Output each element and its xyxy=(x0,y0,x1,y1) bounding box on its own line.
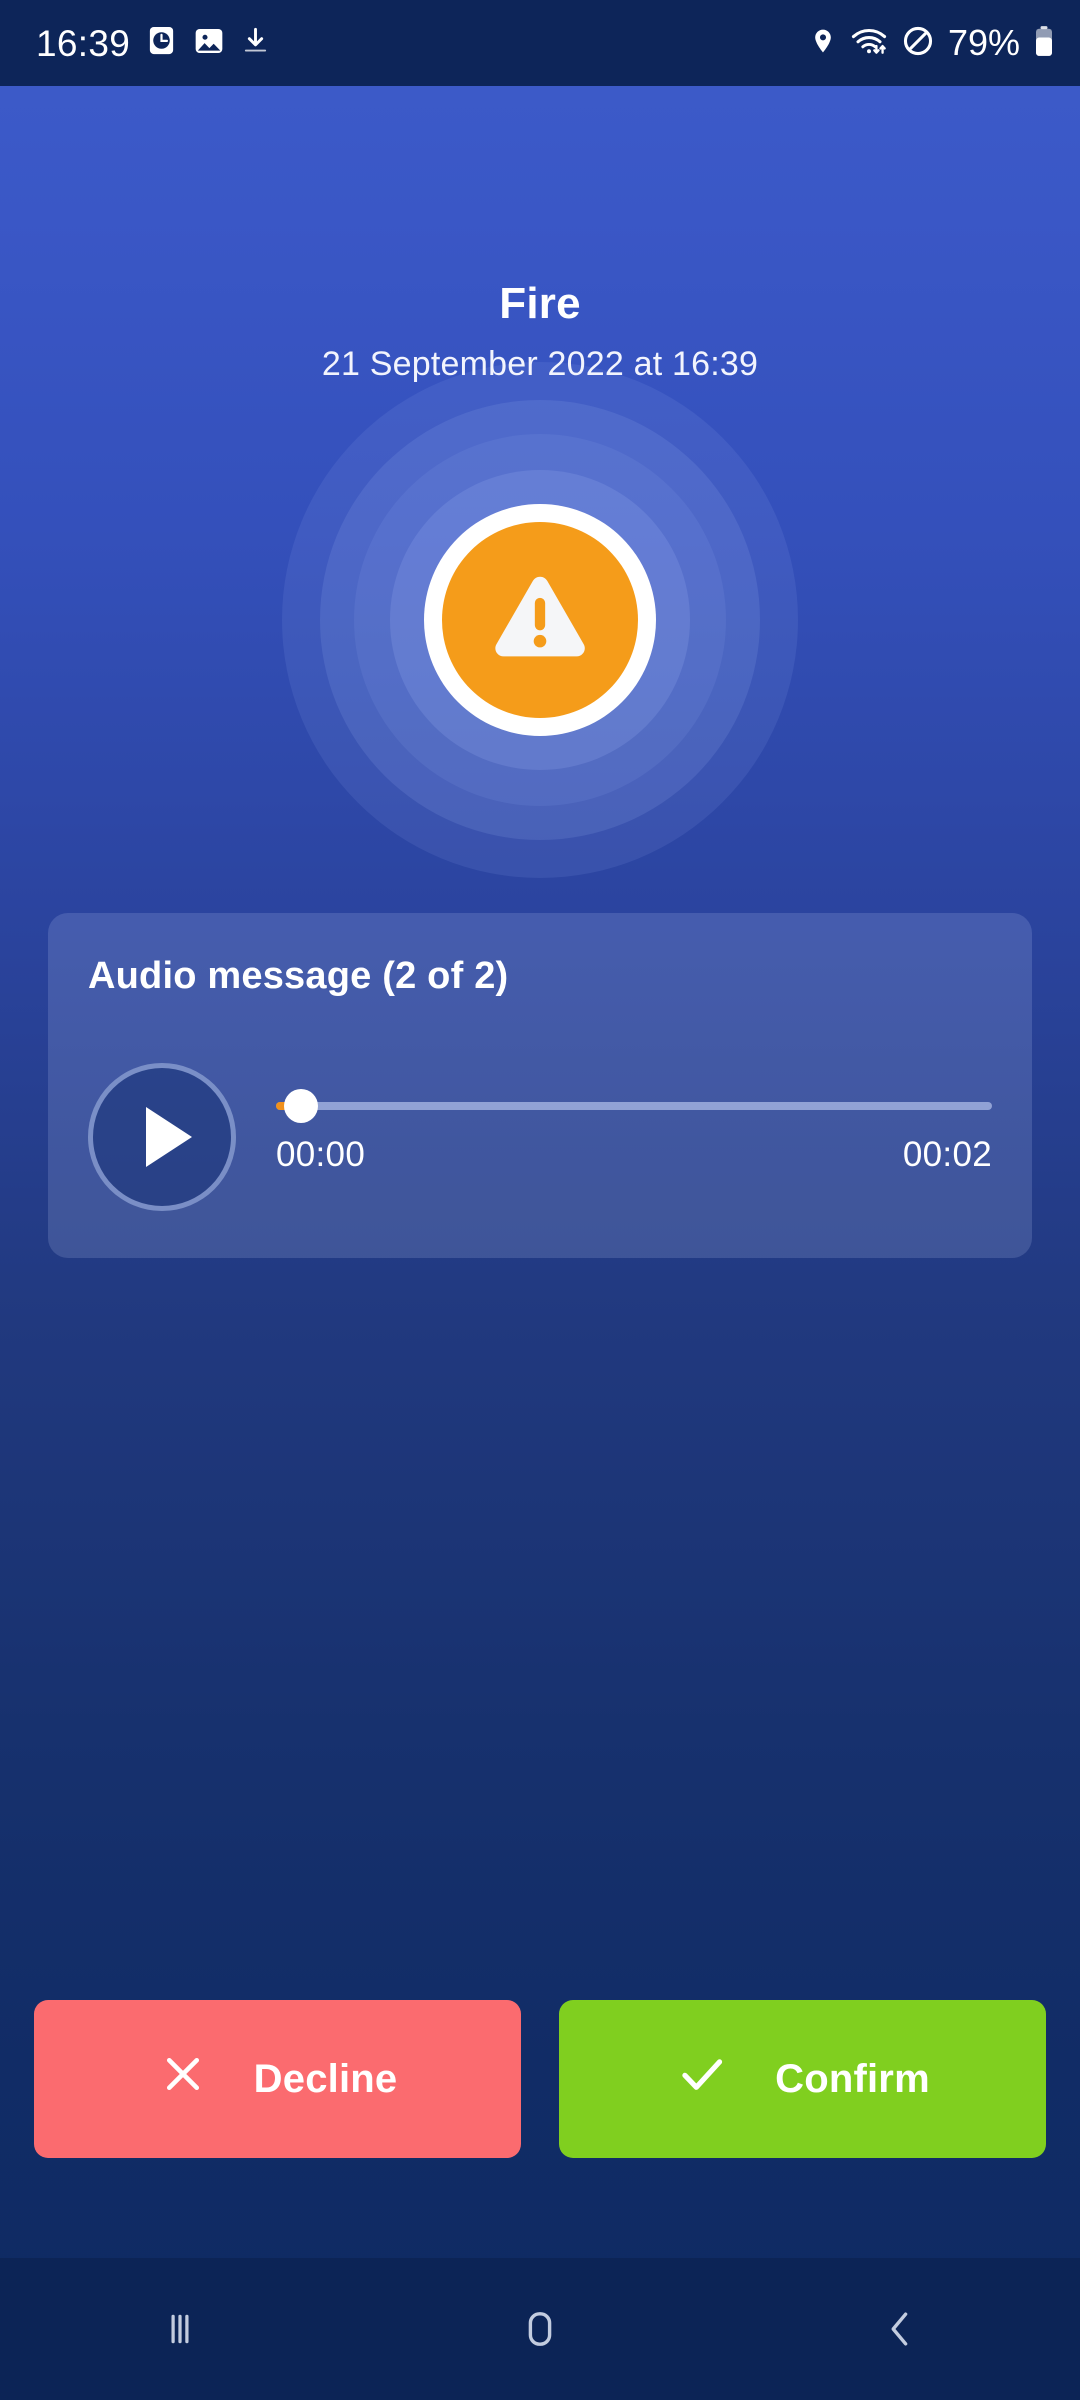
audio-progress-area: 00:00 00:02 xyxy=(276,1063,992,1175)
warning-triangle-icon xyxy=(442,522,638,718)
audio-current-time: 00:00 xyxy=(276,1135,366,1174)
play-icon xyxy=(146,1107,192,1167)
status-bar: 16:39 79% xyxy=(0,0,1080,86)
seek-thumb[interactable] xyxy=(284,1089,318,1123)
status-bar-left: 16:39 xyxy=(36,25,270,62)
wifi-icon xyxy=(851,26,888,61)
android-navigation-bar xyxy=(0,2258,1080,2400)
image-icon xyxy=(193,25,225,62)
page-title: Fire xyxy=(499,279,581,328)
battery-percent-label: 79% xyxy=(947,22,1020,63)
alert-icon-pulse xyxy=(280,360,800,880)
decline-button[interactable]: Decline xyxy=(34,2000,521,2158)
location-pin-icon xyxy=(809,27,837,60)
status-bar-right: 79% xyxy=(809,25,1054,62)
status-bar-clock: 16:39 xyxy=(36,22,131,64)
back-icon[interactable] xyxy=(720,2305,1080,2353)
check-icon xyxy=(675,2047,729,2111)
confirm-button-label: Confirm xyxy=(775,2056,930,2101)
home-icon[interactable] xyxy=(360,2305,720,2353)
audio-seek-slider[interactable] xyxy=(276,1089,992,1123)
action-button-bar: Decline Confirm xyxy=(34,2000,1046,2158)
audio-player-row: 00:00 00:02 xyxy=(88,1063,992,1223)
do-not-disturb-icon xyxy=(902,25,934,62)
alert-screen: 16:39 79% Fire 21 September 2022 at 16:3… xyxy=(0,0,1080,2400)
clock-icon xyxy=(146,25,177,61)
battery-icon xyxy=(1034,25,1054,62)
audio-card-title: Audio message (2 of 2) xyxy=(88,955,509,997)
close-x-icon xyxy=(158,2049,208,2109)
play-button[interactable] xyxy=(88,1063,236,1211)
alert-timestamp: 21 September 2022 at 16:39 xyxy=(321,345,759,384)
recents-icon[interactable] xyxy=(0,2306,360,2352)
seek-track xyxy=(276,1102,992,1110)
download-icon xyxy=(241,26,270,60)
decline-button-label: Decline xyxy=(253,2056,398,2101)
audio-message-card: Audio message (2 of 2) 00:00 00:02 xyxy=(48,913,1032,1258)
audio-time-labels: 00:00 00:02 xyxy=(276,1135,992,1175)
audio-total-time: 00:02 xyxy=(902,1135,992,1174)
confirm-button[interactable]: Confirm xyxy=(559,2000,1046,2158)
